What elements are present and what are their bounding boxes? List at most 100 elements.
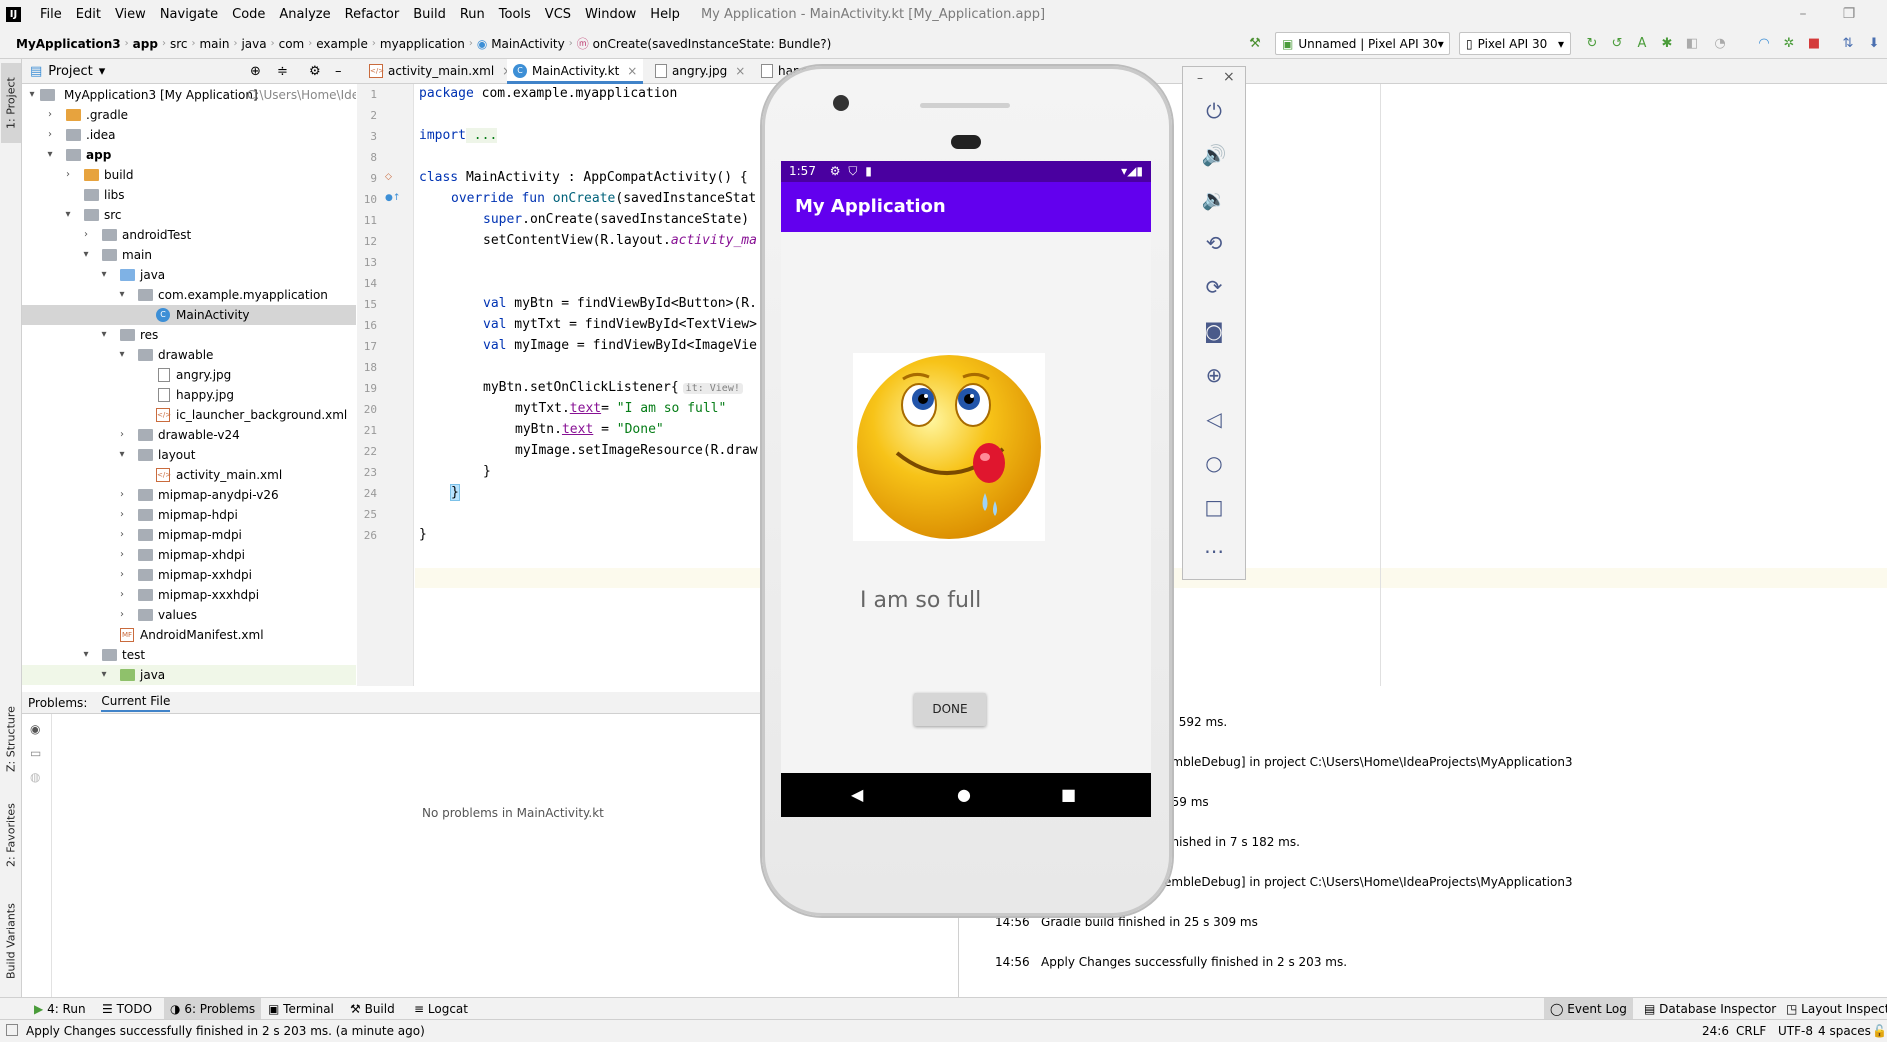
tree-item-build[interactable]: › build [22, 165, 356, 185]
class-gutter-icon[interactable]: ◇ [385, 172, 392, 182]
minimize-icon[interactable]: – [1197, 71, 1203, 85]
tree-item-res[interactable]: ▾ res [22, 325, 356, 345]
tree-item-drawable-v24[interactable]: › drawable-v24 [22, 425, 356, 445]
crumb-project[interactable]: MyApplication3 [12, 37, 125, 51]
preview-icon[interactable]: ▭ [30, 746, 41, 760]
hammer-icon[interactable]: ⚒ [1247, 36, 1263, 52]
project-view-select[interactable]: Project [48, 64, 92, 79]
tree-item-idea[interactable]: › .idea [22, 125, 356, 145]
tree-item-mipmap-xxhdpi[interactable]: › mipmap-xxhdpi [22, 565, 356, 585]
lightbulb-icon[interactable]: ◍ [30, 770, 40, 784]
tab-mainactivity-kt[interactable]: C MainActivity.kt × [507, 59, 643, 84]
sdk-manager-icon[interactable]: ⬇ [1866, 36, 1882, 52]
sync-icon[interactable]: ⇅ [1840, 36, 1856, 52]
override-gutter-icon[interactable]: ●↑ [385, 193, 400, 203]
tab-terminal[interactable]: ▣ Terminal [262, 998, 340, 1020]
close-icon[interactable]: × [627, 64, 637, 78]
close-icon[interactable]: × [735, 64, 745, 78]
tree-item-values[interactable]: › values [22, 605, 356, 625]
debug-icon[interactable]: ✱ [1659, 36, 1675, 52]
tree-item-mipmap-mdpi[interactable]: › mipmap-mdpi [22, 525, 356, 545]
favorites-tool-tab[interactable]: 2: Favorites [1, 795, 21, 875]
tree-item-androidmanifest[interactable]: MF AndroidManifest.xml [22, 625, 356, 645]
structure-tool-tab[interactable]: Z: Structure [1, 699, 21, 779]
tree-item-mipmap-xhdpi[interactable]: › mipmap-xhdpi [22, 545, 356, 565]
back-icon[interactable]: ◀ [851, 785, 863, 804]
tree-item-ic-launcher-background[interactable]: </> ic_launcher_background.xml [22, 405, 356, 425]
menu-build[interactable]: Build [406, 0, 453, 29]
tree-item-angry-jpg[interactable]: angry.jpg [22, 365, 356, 385]
tree-item-layout[interactable]: ▾ layout [22, 445, 356, 465]
profiler-icon[interactable]: ◠ [1756, 36, 1772, 52]
tree-item-mipmap-xxxhdpi[interactable]: › mipmap-xxxhdpi [22, 585, 356, 605]
tree-item-happy-jpg[interactable]: happy.jpg [22, 385, 356, 405]
tab-activity-main-xml[interactable]: </>activity_main.xml× [363, 59, 512, 84]
tree-item-mainactivity[interactable]: C MainActivity [22, 305, 356, 325]
home-icon[interactable]: ○ [1183, 451, 1245, 475]
menu-window[interactable]: Window [578, 0, 643, 29]
recents-icon[interactable]: ■ [1061, 785, 1076, 804]
menu-navigate[interactable]: Navigate [153, 0, 225, 29]
tab-todo[interactable]: ☰ TODO [96, 998, 158, 1020]
stop-icon[interactable]: ■ [1806, 36, 1822, 52]
tree-item-package[interactable]: ▾ com.example.myapplication [22, 285, 356, 305]
back-icon[interactable]: ◁ [1183, 407, 1245, 431]
caret-position[interactable]: 24:6 [1702, 1020, 1729, 1043]
crumb-src[interactable]: src [166, 37, 192, 51]
crumb-app[interactable]: app [129, 37, 162, 51]
tree-item-libs[interactable]: libs [22, 185, 356, 205]
menu-tools[interactable]: Tools [492, 0, 538, 29]
file-encoding[interactable]: UTF-8 [1778, 1020, 1813, 1043]
tree-item-drawable[interactable]: ▾ drawable [22, 345, 356, 365]
run-config-select[interactable]: ▣ Unnamed | Pixel API 30 ▾ [1275, 32, 1450, 55]
profile-icon[interactable]: ◧ [1684, 36, 1700, 52]
apply-changes-icon[interactable]: ↺ [1609, 36, 1625, 52]
tree-item-mipmap-hdpi[interactable]: › mipmap-hdpi [22, 505, 356, 525]
attach-debugger-icon[interactable]: ✲ [1781, 36, 1797, 52]
eye-icon[interactable]: ◉ [30, 722, 40, 736]
zoom-icon[interactable]: ⊕ [1183, 363, 1245, 387]
rotate-left-icon[interactable]: ⟲ [1183, 231, 1245, 255]
lock-icon[interactable]: 🔓 [1872, 1020, 1887, 1043]
menu-help[interactable]: Help [643, 0, 687, 29]
menu-file[interactable]: File [33, 0, 69, 29]
tree-item-activity-main-xml[interactable]: </> activity_main.xml [22, 465, 356, 485]
menu-view[interactable]: View [108, 0, 153, 29]
menu-edit[interactable]: Edit [69, 0, 108, 29]
tab-layout-inspector[interactable]: ◳ Layout Inspector [1780, 998, 1887, 1020]
menu-analyze[interactable]: Analyze [272, 0, 337, 29]
maximize-icon[interactable]: ❐ [1829, 0, 1869, 29]
tree-item-java[interactable]: ▾ java [22, 265, 356, 285]
tab-build[interactable]: ⚒ Build [344, 998, 401, 1020]
tree-item-project-root[interactable]: ▾ MyApplication3 [My Application] C:\Users… [22, 85, 356, 105]
coverage-icon[interactable]: ◔ [1712, 36, 1728, 52]
rerun-icon[interactable]: ↻ [1584, 36, 1600, 52]
tab-current-file[interactable]: Current File [101, 694, 171, 712]
tree-item-gradle[interactable]: › .gradle [22, 105, 356, 125]
menu-run[interactable]: Run [453, 0, 492, 29]
line-separator[interactable]: CRLF [1736, 1020, 1766, 1043]
project-tool-tab[interactable]: 1: Project [1, 63, 21, 143]
tree-item-androidtest[interactable]: › androidTest [22, 225, 356, 245]
volume-down-icon[interactable]: 🔉 [1183, 187, 1245, 211]
gear-icon[interactable]: ⚙ [309, 64, 321, 79]
menu-refactor[interactable]: Refactor [338, 0, 407, 29]
crumb-oncreate[interactable]: ⓜ onCreate(savedInstanceState: Bundle?) [573, 35, 836, 52]
tree-item-main[interactable]: ▾ main [22, 245, 356, 265]
tab-logcat[interactable]: ≡ Logcat [408, 998, 474, 1020]
crumb-example[interactable]: example [312, 37, 372, 51]
tree-item-test-java[interactable]: ▾ java [22, 665, 356, 685]
tree-item-mipmap-anydpi[interactable]: › mipmap-anydpi-v26 [22, 485, 356, 505]
crumb-java[interactable]: java [237, 37, 270, 51]
close-icon[interactable]: × [1223, 69, 1235, 85]
tree-item-src[interactable]: ▾ src [22, 205, 356, 225]
build-variants-tool-tab[interactable]: Build Variants [1, 891, 21, 991]
menu-code[interactable]: Code [225, 0, 272, 29]
camera-icon[interactable]: ◙ [1183, 319, 1245, 343]
locate-icon[interactable]: ⊕ [250, 64, 261, 79]
home-icon[interactable]: ● [957, 785, 971, 804]
crumb-main[interactable]: main [195, 37, 233, 51]
minimize-icon[interactable]: – [1783, 0, 1823, 29]
crumb-myapplication[interactable]: myapplication [376, 37, 469, 51]
indent-setting[interactable]: 4 spaces [1818, 1020, 1871, 1043]
